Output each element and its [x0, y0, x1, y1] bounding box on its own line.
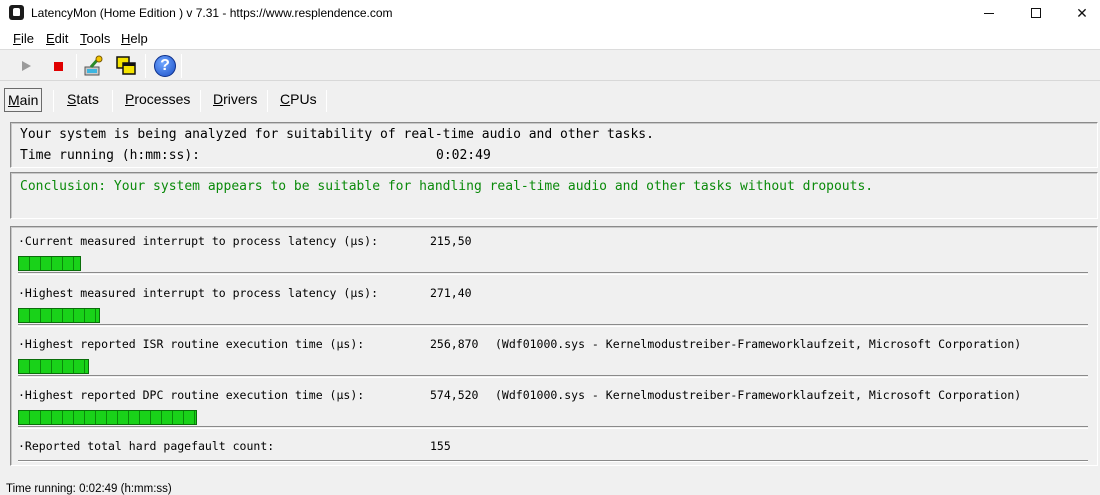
tab-separator: [326, 90, 327, 112]
minimize-icon: [984, 12, 994, 14]
tab-stats[interactable]: Stats: [67, 88, 99, 112]
status-bar-text: Time running: 0:02:49 (h:mm:ss): [6, 483, 172, 495]
metric-divider: [18, 272, 1088, 275]
metric-divider: [18, 375, 1088, 378]
conclusion-text: Conclusion: Your system appears to be su…: [20, 179, 874, 194]
status-bar: Time running: 0:02:49 (h:mm:ss): [0, 480, 1100, 495]
tab-cpus[interactable]: CPUs: [280, 88, 317, 112]
metric-divider: [18, 460, 1088, 462]
play-icon: [21, 61, 31, 71]
tab-drivers[interactable]: Drivers: [213, 88, 257, 112]
help-icon: ?: [154, 55, 176, 77]
toolbar-separator: [76, 54, 77, 78]
tab-bar: Main Stats Processes Drivers CPUs: [0, 86, 1100, 114]
metric-value-highest-latency: 271,40: [430, 286, 472, 300]
menu-help[interactable]: Help: [121, 31, 148, 46]
metric-bar-dpc-time: [18, 409, 1088, 429]
maximize-button[interactable]: [1013, 0, 1059, 26]
toolbar-separator: [181, 54, 182, 78]
app-icon: [9, 5, 24, 20]
metric-bar-highest-latency: [18, 307, 1088, 327]
metric-label-current-latency: ·Current measured interrupt to process l…: [18, 234, 379, 248]
metric-bar-fill: [18, 256, 81, 271]
tab-processes[interactable]: Processes: [125, 88, 190, 112]
stop-button[interactable]: [46, 54, 70, 78]
metric-driver-dpc: (Wdf01000.sys - Kernelmodustreiber-Frame…: [495, 388, 1022, 402]
title-bar[interactable]: LatencyMon (Home Edition ) v 7.31 - http…: [0, 0, 1100, 26]
toolbar-separator: [145, 54, 146, 78]
metric-divider: [18, 426, 1088, 429]
metric-value-dpc-time: 574,520: [430, 388, 479, 402]
maximize-icon: [1031, 8, 1041, 18]
metric-bar-fill: [18, 308, 100, 323]
analysis-text: Your system is being analyzed for suitab…: [20, 127, 654, 142]
metric-label-highest-latency: ·Highest measured interrupt to process l…: [18, 286, 379, 300]
windows-button[interactable]: [114, 54, 138, 78]
start-button[interactable]: [14, 54, 38, 78]
menu-bar: File Edit Tools Help: [0, 26, 1100, 50]
metric-bar-fill: [18, 410, 197, 425]
toolbar: ?: [0, 51, 1100, 81]
metric-value-pagefault-count: 155: [430, 439, 451, 453]
time-running-label: Time running (h:mm:ss):: [20, 148, 201, 163]
metric-driver-isr: (Wdf01000.sys - Kernelmodustreiber-Frame…: [495, 337, 1022, 351]
tab-separator: [53, 90, 54, 112]
minimize-button[interactable]: [966, 0, 1012, 26]
tab-separator: [267, 90, 268, 112]
windows-icon: [116, 56, 136, 75]
metric-bar-fill: [18, 359, 89, 374]
tab-main[interactable]: Main: [4, 88, 43, 112]
metric-value-current-latency: 215,50: [430, 234, 472, 248]
help-button[interactable]: ?: [153, 54, 177, 78]
menu-tools[interactable]: Tools: [80, 31, 110, 46]
window-title: LatencyMon (Home Edition ) v 7.31 - http…: [31, 6, 393, 20]
close-icon: ✕: [1076, 4, 1088, 21]
metric-bar-isr-time: [18, 358, 1088, 378]
metric-label-pagefault-count: ·Reported total hard pagefault count:: [18, 439, 275, 453]
menu-edit[interactable]: Edit: [46, 31, 68, 46]
stop-icon: [53, 61, 63, 71]
conclusion-panel: Conclusion: Your system appears to be su…: [10, 172, 1098, 219]
metric-value-isr-time: 256,870: [430, 337, 479, 351]
time-running-value: 0:02:49: [436, 148, 491, 163]
metric-divider: [18, 324, 1088, 327]
metric-label-isr-time: ·Highest reported ISR routine execution …: [18, 337, 365, 351]
close-button[interactable]: ✕: [1059, 0, 1100, 26]
menu-file[interactable]: File: [13, 31, 34, 46]
metric-bar-current-latency: [18, 255, 1088, 275]
analysis-status-panel: Your system is being analyzed for suitab…: [10, 122, 1098, 168]
tab-separator: [112, 90, 113, 112]
metric-label-dpc-time: ·Highest reported DPC routine execution …: [18, 388, 365, 402]
processes-button[interactable]: [82, 54, 106, 78]
tab-separator: [200, 90, 201, 112]
metrics-panel: ·Current measured interrupt to process l…: [10, 226, 1098, 466]
processes-icon: [84, 55, 103, 76]
